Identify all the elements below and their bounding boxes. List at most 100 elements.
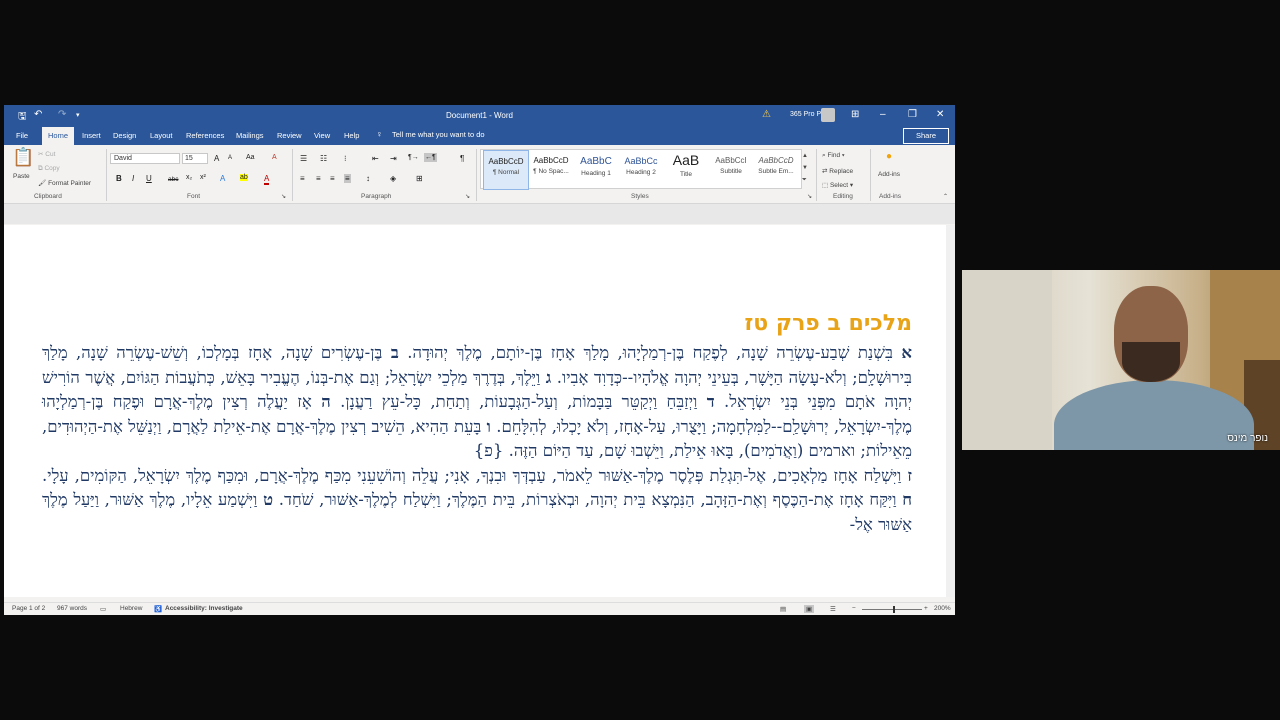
page-count[interactable]: Page 1 of 2 xyxy=(12,605,45,612)
add-ins-icon[interactable]: ● xyxy=(886,151,892,162)
numbering-button[interactable]: ☷ xyxy=(320,154,327,163)
document-body[interactable]: מלכים ב פרק טז א בִּשְׁנַת שְׁבַע-עֶשְׂר… xyxy=(42,309,912,537)
highlight-button[interactable]: ab xyxy=(240,174,248,181)
minimize-button[interactable]: – xyxy=(880,109,886,120)
align-right-button[interactable]: ≡ xyxy=(330,174,335,183)
tab-layout[interactable]: Layout xyxy=(150,131,173,140)
zoom-slider[interactable] xyxy=(862,609,922,610)
find-button[interactable]: ⌕ Find ▾ xyxy=(822,152,845,160)
tab-review[interactable]: Review xyxy=(277,131,302,140)
paste-button[interactable]: Paste xyxy=(13,173,30,180)
shrink-font-button[interactable]: A xyxy=(228,155,232,161)
line-spacing-button[interactable]: ↕ xyxy=(366,174,370,183)
tell-me-search[interactable]: Tell me what you want to do xyxy=(392,130,485,139)
tab-home[interactable]: Home xyxy=(42,127,75,145)
strikethrough-button[interactable]: abc xyxy=(168,176,178,183)
verse-number: א xyxy=(901,343,912,362)
word-count[interactable]: 967 words xyxy=(57,605,87,612)
change-case-button[interactable]: Aa xyxy=(246,154,255,161)
style-title[interactable]: AaB Title xyxy=(664,150,708,188)
styles-more-icon[interactable]: ⏷ xyxy=(802,177,807,184)
print-layout-icon[interactable]: ▣ xyxy=(804,605,815,613)
tab-view[interactable]: View xyxy=(314,131,330,140)
replace-button[interactable]: ⇄ Replace xyxy=(822,167,853,175)
paste-icon[interactable]: 📋 xyxy=(12,147,34,168)
font-size-select[interactable]: 15 xyxy=(182,153,208,164)
font-dialog-launcher-icon[interactable]: ↘ xyxy=(281,193,286,200)
style-normal[interactable]: AaBbCcD ¶ Normal xyxy=(483,150,529,190)
tab-help[interactable]: Help xyxy=(344,131,359,140)
verse-number: ט xyxy=(263,490,274,509)
styles-scroll-up-icon[interactable]: ▲ xyxy=(802,153,808,159)
justify-button[interactable]: ≡ xyxy=(344,174,351,183)
tab-design[interactable]: Design xyxy=(113,131,136,140)
tab-mailings[interactable]: Mailings xyxy=(236,131,264,140)
verse-text: בִּשְׁנַת שְׁבַע-עֶשְׂרֵה שָׁנָה, לְפֶקַ… xyxy=(407,343,893,362)
close-button[interactable]: ✕ xyxy=(936,109,944,120)
style-subtitle[interactable]: AaBbCcI Subtitle xyxy=(709,150,753,188)
styles-dialog-launcher-icon[interactable]: ↘ xyxy=(807,193,812,200)
format-painter-button[interactable]: 🖌 Format Painter xyxy=(38,179,91,187)
cut-button[interactable]: ✂ Cut xyxy=(38,150,55,158)
increase-indent-button[interactable]: ⇥ xyxy=(390,154,397,163)
video-wall xyxy=(962,270,1052,450)
accessibility-icon[interactable]: ♿ xyxy=(154,605,162,613)
font-name-select[interactable]: David xyxy=(110,153,180,164)
show-formatting-button[interactable]: ¶ xyxy=(460,154,464,163)
align-left-button[interactable]: ≡ xyxy=(300,174,305,183)
separator xyxy=(816,149,817,201)
style-no-spacing[interactable]: AaBbCcD ¶ No Spac... xyxy=(529,150,573,188)
separator xyxy=(476,149,477,201)
bold-button[interactable]: B xyxy=(116,174,122,183)
tab-insert[interactable]: Insert xyxy=(82,131,101,140)
italic-button[interactable]: I xyxy=(132,174,134,183)
tab-file[interactable]: File xyxy=(16,131,28,140)
clear-formatting-button[interactable]: A xyxy=(272,154,277,161)
language-indicator[interactable]: Hebrew xyxy=(120,605,142,612)
borders-button[interactable]: ⊞ xyxy=(416,174,423,183)
style-heading-2[interactable]: AaBbCc Heading 2 xyxy=(619,150,663,188)
select-button[interactable]: ⬚ Select ▾ xyxy=(822,181,853,189)
styles-scroll-down-icon[interactable]: ▼ xyxy=(802,165,808,171)
zoom-in-icon[interactable]: + xyxy=(924,605,928,612)
document-page[interactable]: מלכים ב פרק טז א בִּשְׁנַת שְׁבַע-עֶשְׂר… xyxy=(4,225,946,597)
accessibility-status[interactable]: Accessibility: Investigate xyxy=(165,605,243,612)
text-effects-button[interactable]: A xyxy=(220,174,225,183)
tab-references[interactable]: References xyxy=(186,131,224,140)
style-name: Subtle Em... xyxy=(758,168,794,175)
style-preview: AaBbCcI xyxy=(715,156,747,165)
paragraph-dialog-launcher-icon[interactable]: ↘ xyxy=(465,193,470,200)
font-color-button[interactable]: A xyxy=(264,174,270,185)
subscript-button[interactable]: x₂ xyxy=(186,174,192,181)
warning-icon[interactable]: ⚠ xyxy=(762,109,771,120)
center-button[interactable]: ≡ xyxy=(316,174,321,183)
style-heading-1[interactable]: AaBbC Heading 1 xyxy=(574,150,618,188)
style-subtle-emphasis[interactable]: AaBbCcD Subtle Em... xyxy=(754,150,798,188)
copy-button[interactable]: ⧉ Copy xyxy=(38,165,60,173)
shading-button[interactable]: ◈ xyxy=(390,174,396,183)
account-avatar[interactable] xyxy=(821,108,835,122)
ltr-button[interactable]: ¶→ xyxy=(408,154,419,161)
grow-font-button[interactable]: A xyxy=(214,154,219,163)
ribbon-display-options-icon[interactable]: ⊞ xyxy=(851,109,859,120)
underline-button[interactable]: U xyxy=(146,174,152,183)
restore-button[interactable]: ❐ xyxy=(908,109,917,120)
rtl-button[interactable]: ←¶ xyxy=(424,153,437,162)
verse-number: ד xyxy=(706,392,715,411)
superscript-button[interactable]: x² xyxy=(200,174,206,181)
bullets-button[interactable]: ☰ xyxy=(300,154,307,163)
collapse-ribbon-icon[interactable]: ⌃ xyxy=(943,193,948,200)
web-layout-icon[interactable]: ☰ xyxy=(830,605,836,613)
find-label: Find xyxy=(827,152,841,159)
share-button[interactable]: Share xyxy=(903,128,949,144)
read-mode-icon[interactable]: ▤ xyxy=(780,605,786,613)
proofing-icon[interactable]: ▭ xyxy=(100,605,106,613)
video-person-beard xyxy=(1122,342,1180,382)
multilevel-list-button[interactable]: ⁝ xyxy=(344,154,347,163)
zoom-level[interactable]: 200% xyxy=(934,605,951,612)
add-ins-button[interactable]: Add-ins xyxy=(878,171,900,178)
zoom-slider-thumb[interactable] xyxy=(893,606,895,613)
zoom-out-icon[interactable]: − xyxy=(852,605,856,612)
decrease-indent-button[interactable]: ⇤ xyxy=(372,154,379,163)
vertical-scrollbar[interactable] xyxy=(946,225,955,597)
